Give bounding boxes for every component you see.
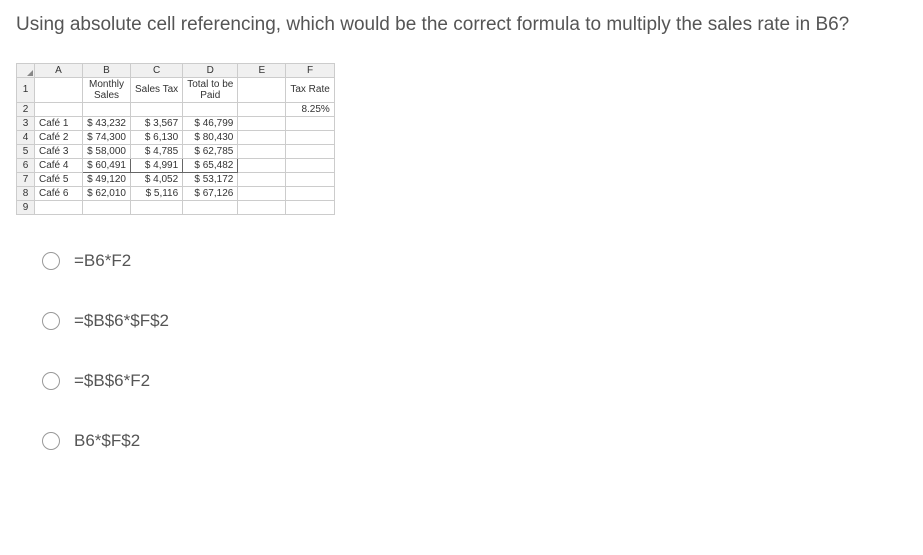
cell [131,200,183,214]
cell-value: $ 67,126 [183,186,238,200]
cell-value: $ 62,010 [83,186,131,200]
cell [83,102,131,116]
row-header: 8 [17,186,35,200]
col-header-b: B [83,63,131,77]
cell [238,186,286,200]
cell-d1: Total to bePaid [183,77,238,102]
option-text: =$B$6*F2 [74,371,150,391]
cell [183,102,238,116]
cell [286,172,334,186]
cell-value: $ 6,130 [131,130,183,144]
col-header-c: C [131,63,183,77]
cell-c1: Sales Tax [131,77,183,102]
cell-value: $ 62,785 [183,144,238,158]
cell-value: $ 4,052 [131,172,183,186]
option-1[interactable]: =B6*F2 [16,251,907,271]
cell [286,130,334,144]
cell-c6-selected: $ 4,991 [131,158,183,172]
row-header: 6 [17,158,35,172]
col-header-f: F [286,63,334,77]
cell [286,200,334,214]
cell [238,77,286,102]
option-text: B6*$F$2 [74,431,140,451]
question-text: Using absolute cell referencing, which w… [16,12,907,39]
row-header: 2 [17,102,35,116]
select-all-corner [17,63,35,77]
cell [286,144,334,158]
cell-b6-selected: $ 60,491 [83,158,131,172]
row-header: 5 [17,144,35,158]
cell-f2: 8.25% [286,102,334,116]
cell [35,77,83,102]
cell [35,102,83,116]
cell-b1: MonthlySales [83,77,131,102]
cell-label: Café 1 [35,116,83,130]
cell-value: $ 49,120 [83,172,131,186]
cell [238,102,286,116]
cell-d6-selected: $ 65,482 [183,158,238,172]
cell [131,102,183,116]
cell-label: Café 3 [35,144,83,158]
cell [238,158,286,172]
cell [286,116,334,130]
row-header: 4 [17,130,35,144]
cell-value: $ 53,172 [183,172,238,186]
radio-icon [42,432,60,450]
cell-label: Café 4 [35,158,83,172]
cell-value: $ 46,799 [183,116,238,130]
cell [35,200,83,214]
cell-label: Café 5 [35,172,83,186]
cell-value: $ 5,116 [131,186,183,200]
cell [238,144,286,158]
cell [238,130,286,144]
col-header-d: D [183,63,238,77]
cell-label: Café 6 [35,186,83,200]
cell-value: $ 80,430 [183,130,238,144]
col-header-e: E [238,63,286,77]
radio-icon [42,372,60,390]
option-2[interactable]: =$B$6*$F$2 [16,311,907,331]
cell-value: $ 43,232 [83,116,131,130]
col-header-a: A [35,63,83,77]
option-4[interactable]: B6*$F$2 [16,431,907,451]
row-header: 3 [17,116,35,130]
row-header: 9 [17,200,35,214]
cell-label: Café 2 [35,130,83,144]
cell-value: $ 74,300 [83,130,131,144]
cell [183,200,238,214]
option-3[interactable]: =$B$6*F2 [16,371,907,391]
radio-icon [42,312,60,330]
spreadsheet: A B C D E F 1 MonthlySales Sales Tax Tot… [16,63,335,215]
cell-value: $ 58,000 [83,144,131,158]
cell [286,158,334,172]
cell [83,200,131,214]
option-text: =B6*F2 [74,251,131,271]
cell [238,200,286,214]
cell [286,186,334,200]
cell-value: $ 3,567 [131,116,183,130]
cell-value: $ 4,785 [131,144,183,158]
cell [238,172,286,186]
option-text: =$B$6*$F$2 [74,311,169,331]
cell-f1: Tax Rate [286,77,334,102]
cell [238,116,286,130]
row-header: 7 [17,172,35,186]
radio-icon [42,252,60,270]
row-header: 1 [17,77,35,102]
